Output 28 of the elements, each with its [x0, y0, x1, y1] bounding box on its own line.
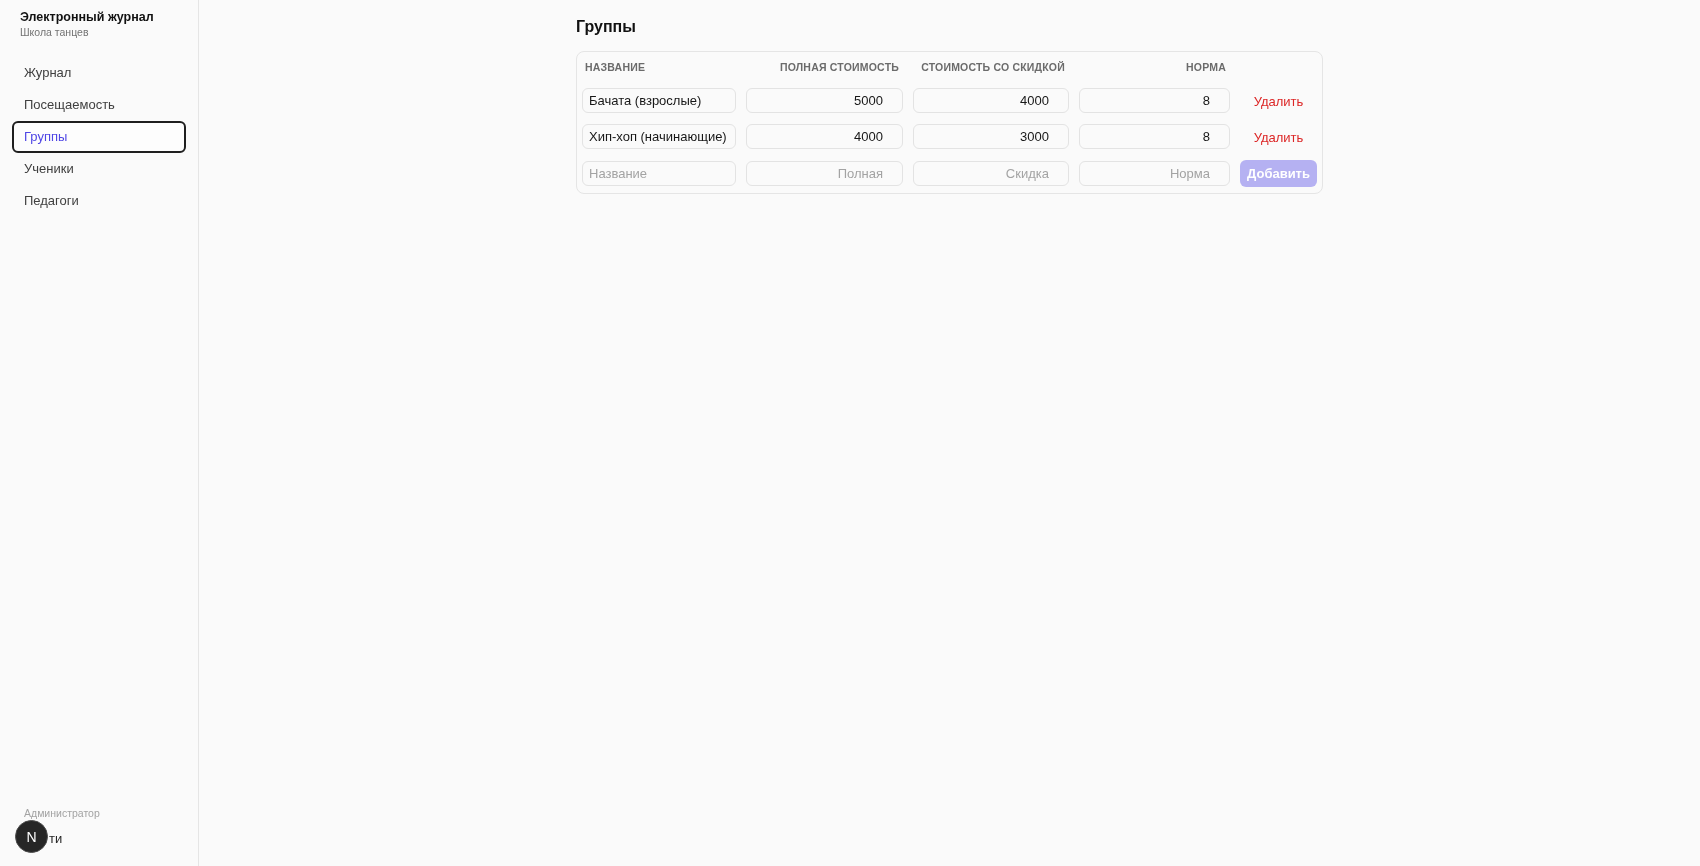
delete-link[interactable]: Удалить [1253, 93, 1304, 109]
group-name-input[interactable]: Название [582, 161, 736, 186]
full-price-input[interactable]: 5000 [746, 88, 903, 113]
column-header: НАЗВАНИЕ [584, 60, 647, 75]
user-role: Администратор [24, 806, 101, 820]
app-title: Электронный журнал [20, 9, 155, 25]
norm-input[interactable]: Норма [1079, 161, 1230, 186]
nav-item[interactable]: Ученики [12, 153, 186, 185]
column-header: ПОЛНАЯ СТОИМОСТЬ [778, 60, 900, 75]
delete-link[interactable]: Удалить [1253, 129, 1304, 145]
nav-item[interactable]: Педагоги [12, 185, 186, 217]
discount-price-input[interactable]: Скидка [913, 161, 1069, 186]
discount-price-input[interactable]: 3000 [913, 124, 1069, 149]
page-title: Группы [576, 17, 637, 37]
full-price-input[interactable]: 4000 [746, 124, 903, 149]
discount-price-input[interactable]: 4000 [913, 88, 1069, 113]
logout-link[interactable]: ти [49, 829, 63, 849]
column-header: СТОИМОСТЬ СО СКИДКОЙ [920, 60, 1066, 75]
norm-input[interactable]: 8 [1079, 124, 1230, 149]
column-header: НОРМА [1185, 60, 1227, 75]
group-name-input[interactable]: Бачата (взрослые) [582, 88, 736, 113]
group-name-input[interactable]: Хип-хоп (начинающие) [582, 124, 736, 149]
nav-item[interactable]: Журнал [12, 57, 186, 89]
nav-item[interactable]: Посещаемость [12, 89, 186, 121]
full-price-input[interactable]: Полная [746, 161, 903, 186]
nav-item[interactable]: Группы [12, 121, 186, 153]
app-subtitle: Школа танцев [20, 25, 90, 39]
norm-input[interactable]: 8 [1079, 88, 1230, 113]
